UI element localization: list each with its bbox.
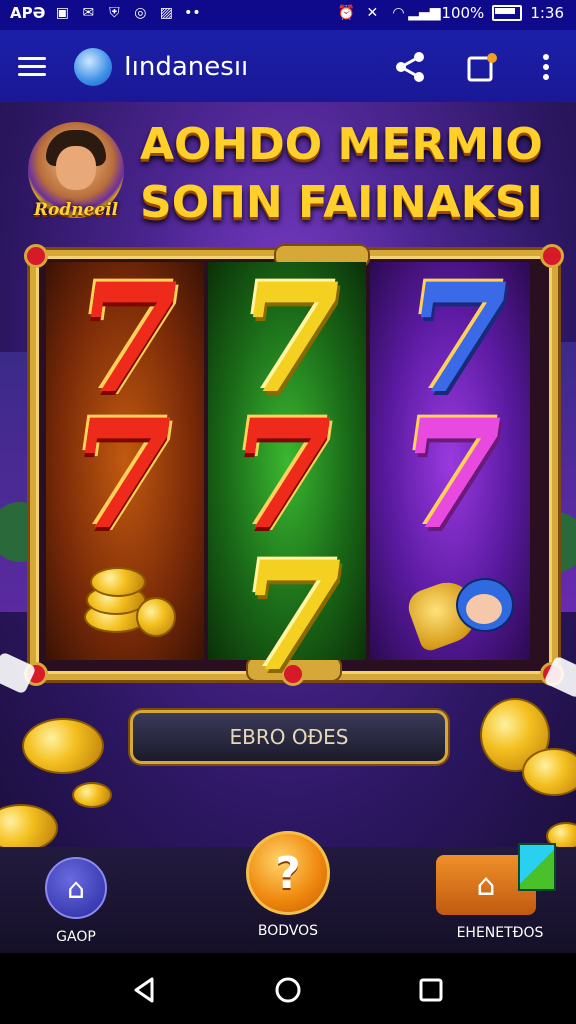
home-circle-icon[interactable] (273, 975, 303, 1005)
reel-symbol-seven: 7 (387, 387, 517, 563)
tab-icon[interactable] (466, 52, 500, 82)
alarm-icon: ⏰ (337, 5, 356, 21)
gift-icon: ⌂ (436, 843, 556, 915)
home-icon: ⌂ (45, 857, 107, 919)
notification-image-icon: ▨ (159, 5, 173, 21)
notification-sync-icon: ◎ (134, 5, 147, 21)
notification-photo-icon: ▣ (55, 5, 69, 21)
cta-button[interactable]: EBRO OĐES (130, 710, 448, 764)
gold-coin (22, 718, 104, 774)
status-left: APƏ ▣ ✉ ⛨ ◎ ▨ •• (10, 4, 201, 22)
game-area: Rodneeil AOHDO MERMIO SOΠN FAIINAKSI 7 7… (0, 102, 576, 847)
nav-bonus[interactable]: ? BODVOS (224, 831, 352, 939)
system-navigation-bar (0, 953, 576, 1024)
app-title: Iındanesıı (124, 52, 249, 82)
app-bar: Iındanesıı (0, 30, 576, 102)
more-vert-icon[interactable] (534, 50, 558, 84)
nav-home-label: GAOP (56, 929, 96, 945)
gold-coin (136, 597, 176, 637)
mascot-face (466, 594, 502, 624)
reel-2: 7 7 7 (208, 251, 366, 705)
gold-coin (90, 567, 146, 597)
headline: AOHDO MERMIO SOΠN FAIINAKSI (140, 116, 560, 232)
app-logo (74, 48, 112, 86)
mute-icon: ✕ (366, 5, 379, 21)
question-icon: ? (246, 831, 330, 915)
headline-line-2: SOΠN FAIINAKSI (140, 177, 543, 228)
more-notifications-icon: •• (184, 5, 201, 21)
reel-symbol-seven: 7 (227, 529, 357, 705)
headline-line-1: AOHDO MERMIO (140, 119, 543, 170)
signal-icon: ▂▄▆ (408, 5, 441, 21)
avatar-face (56, 146, 96, 190)
reel-1: 7 7 (46, 251, 204, 660)
recents-square-icon[interactable] (416, 975, 446, 1005)
events-cube-icon (518, 843, 556, 891)
status-bar: APƏ ▣ ✉ ⛨ ◎ ▨ •• ⏰ ✕ ◠ ▂▄▆ 100% 1:36 (0, 0, 576, 30)
battery-icon (492, 5, 523, 21)
battery-percent: 100% (441, 4, 485, 22)
gold-coin (522, 748, 576, 796)
reel-symbol-seven: 7 (57, 387, 187, 563)
share-icon[interactable] (392, 50, 428, 84)
notification-mail-icon: ✉ (82, 5, 95, 21)
gold-coin (0, 804, 58, 847)
notification-shield-icon: ⛨ (109, 5, 120, 21)
bottom-nav: ⌂ GAOP ? BODVOS ⌂ EHENETÐOS (0, 831, 576, 953)
carrier-text: APƏ (10, 4, 46, 22)
nav-bonus-label: BODVOS (257, 923, 319, 939)
back-triangle-icon[interactable] (130, 975, 160, 1005)
frame-gem (24, 244, 48, 268)
nav-events[interactable]: ⌂ EHENETÐOS (430, 843, 570, 941)
status-right: ⏰ ✕ ◠ ▂▄▆ 100% 1:36 (337, 4, 564, 22)
player-avatar[interactable]: Rodneeil (28, 122, 124, 226)
avatar-label: Rodneeil (33, 200, 119, 220)
gold-coin-stack (76, 557, 176, 647)
gold-coin (72, 782, 112, 808)
mascot-character (403, 572, 514, 654)
frame-gem (540, 244, 564, 268)
hamburger-icon[interactable] (18, 52, 48, 78)
clock: 1:36 (530, 4, 564, 22)
nav-home[interactable]: ⌂ GAOP (28, 847, 124, 945)
reel-symbol-seven: 7 (217, 387, 347, 563)
nav-events-label: EHENETÐOS (456, 925, 544, 941)
wifi-icon: ◠ (392, 5, 405, 21)
